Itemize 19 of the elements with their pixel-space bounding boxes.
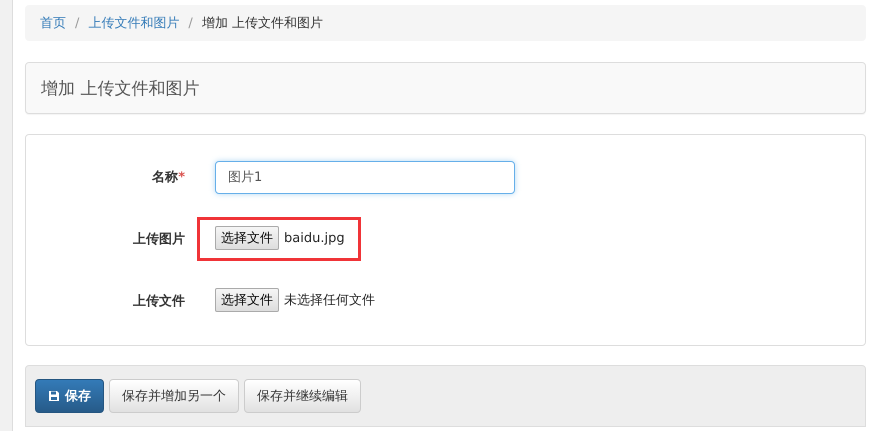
breadcrumb-link[interactable]: 首页 [40,14,66,32]
action-button[interactable]: 保存并增加另一个 [109,379,239,413]
field-label: 名称 [152,169,178,186]
breadcrumb-separator: / [188,16,193,30]
breadcrumb-separator: / [75,16,80,30]
panel-title: 增加 上传文件和图片 [41,78,200,100]
action-button[interactable]: 保存并继续编辑 [244,379,361,413]
choose-file-button[interactable]: 选择文件 [215,288,279,312]
breadcrumb-link[interactable]: 上传文件和图片 [88,14,180,32]
required-mark: * [178,170,185,184]
breadcrumb-current: 增加 上传文件和图片 [202,15,323,32]
file-name: baidu.jpg [284,230,345,246]
file-name: 未选择任何文件 [284,292,375,309]
name-input[interactable]: 图片1 [215,160,515,194]
save-icon [48,390,60,402]
field-label: 上传图片 [133,231,185,248]
field-label: 上传文件 [133,292,185,310]
save-button[interactable]: 保存 [35,379,104,413]
choose-file-button[interactable]: 选择文件 [215,226,279,250]
